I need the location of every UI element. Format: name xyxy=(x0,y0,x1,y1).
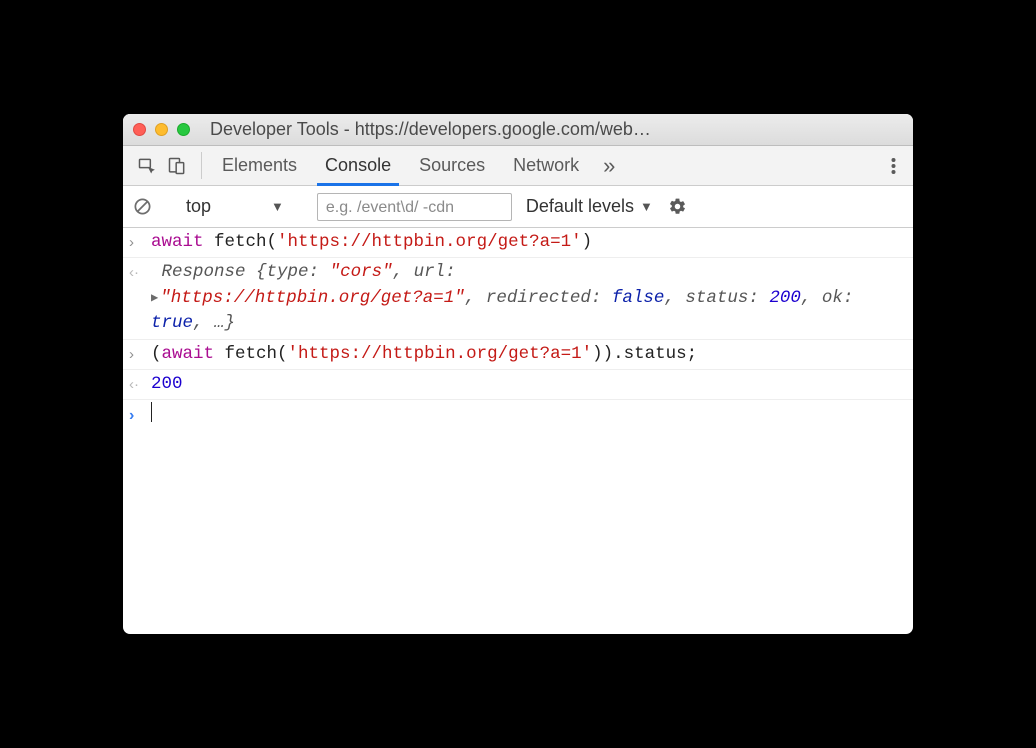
devtools-menu-button[interactable] xyxy=(879,146,907,185)
console-result-object[interactable]: Response {type: "cors", url: ▶"https://h… xyxy=(151,260,905,336)
log-levels-label: Default levels xyxy=(526,196,634,217)
execution-context-select[interactable]: top ▼ xyxy=(176,196,294,217)
console-output[interactable]: › await fetch('https://httpbin.org/get?a… xyxy=(123,228,913,634)
console-result-value[interactable]: 200 xyxy=(151,372,905,397)
device-toolbar-icon[interactable] xyxy=(167,156,187,176)
console-prompt-input[interactable] xyxy=(151,402,905,428)
output-indicator-icon: ‹· xyxy=(129,260,151,336)
devtools-window: Developer Tools - https://developers.goo… xyxy=(123,114,913,634)
input-indicator-icon: › xyxy=(129,230,151,255)
titlebar[interactable]: Developer Tools - https://developers.goo… xyxy=(123,114,913,146)
console-prompt-row[interactable]: › xyxy=(123,400,913,430)
console-input-row: › await fetch('https://httpbin.org/get?a… xyxy=(123,228,913,258)
expand-triangle-icon[interactable]: ▶ xyxy=(151,290,158,307)
tab-console[interactable]: Console xyxy=(311,146,405,185)
tabs-overflow-button[interactable]: » xyxy=(593,146,625,185)
console-filter-input[interactable] xyxy=(317,193,512,221)
chevron-down-icon: ▼ xyxy=(271,199,284,214)
minimize-window-button[interactable] xyxy=(155,123,168,136)
tab-elements[interactable]: Elements xyxy=(208,146,311,185)
console-code[interactable]: (await fetch('https://httpbin.org/get?a=… xyxy=(151,342,905,367)
console-output-row: ‹· 200 xyxy=(123,370,913,400)
log-levels-select[interactable]: Default levels ▼ xyxy=(520,196,659,217)
console-input-row: › (await fetch('https://httpbin.org/get?… xyxy=(123,340,913,370)
divider xyxy=(201,152,202,179)
chevron-down-icon: ▼ xyxy=(640,199,653,214)
tab-sources[interactable]: Sources xyxy=(405,146,499,185)
output-indicator-icon: ‹· xyxy=(129,372,151,397)
tab-network[interactable]: Network xyxy=(499,146,593,185)
console-output-row: ‹· Response {type: "cors", url: ▶"https:… xyxy=(123,258,913,339)
zoom-window-button[interactable] xyxy=(177,123,190,136)
traffic-lights xyxy=(133,123,190,136)
text-cursor xyxy=(151,402,152,422)
prompt-indicator-icon: › xyxy=(129,402,151,428)
clear-console-button[interactable] xyxy=(131,196,153,218)
window-title: Developer Tools - https://developers.goo… xyxy=(198,119,903,140)
execution-context-value: top xyxy=(186,196,211,217)
devtools-tabbar: Elements Console Sources Network » xyxy=(123,146,913,186)
close-window-button[interactable] xyxy=(133,123,146,136)
input-indicator-icon: › xyxy=(129,342,151,367)
console-settings-button[interactable] xyxy=(667,196,689,218)
console-code[interactable]: await fetch('https://httpbin.org/get?a=1… xyxy=(151,230,905,255)
inspect-element-icon[interactable] xyxy=(137,156,157,176)
console-toolbar: top ▼ Default levels ▼ xyxy=(123,186,913,228)
